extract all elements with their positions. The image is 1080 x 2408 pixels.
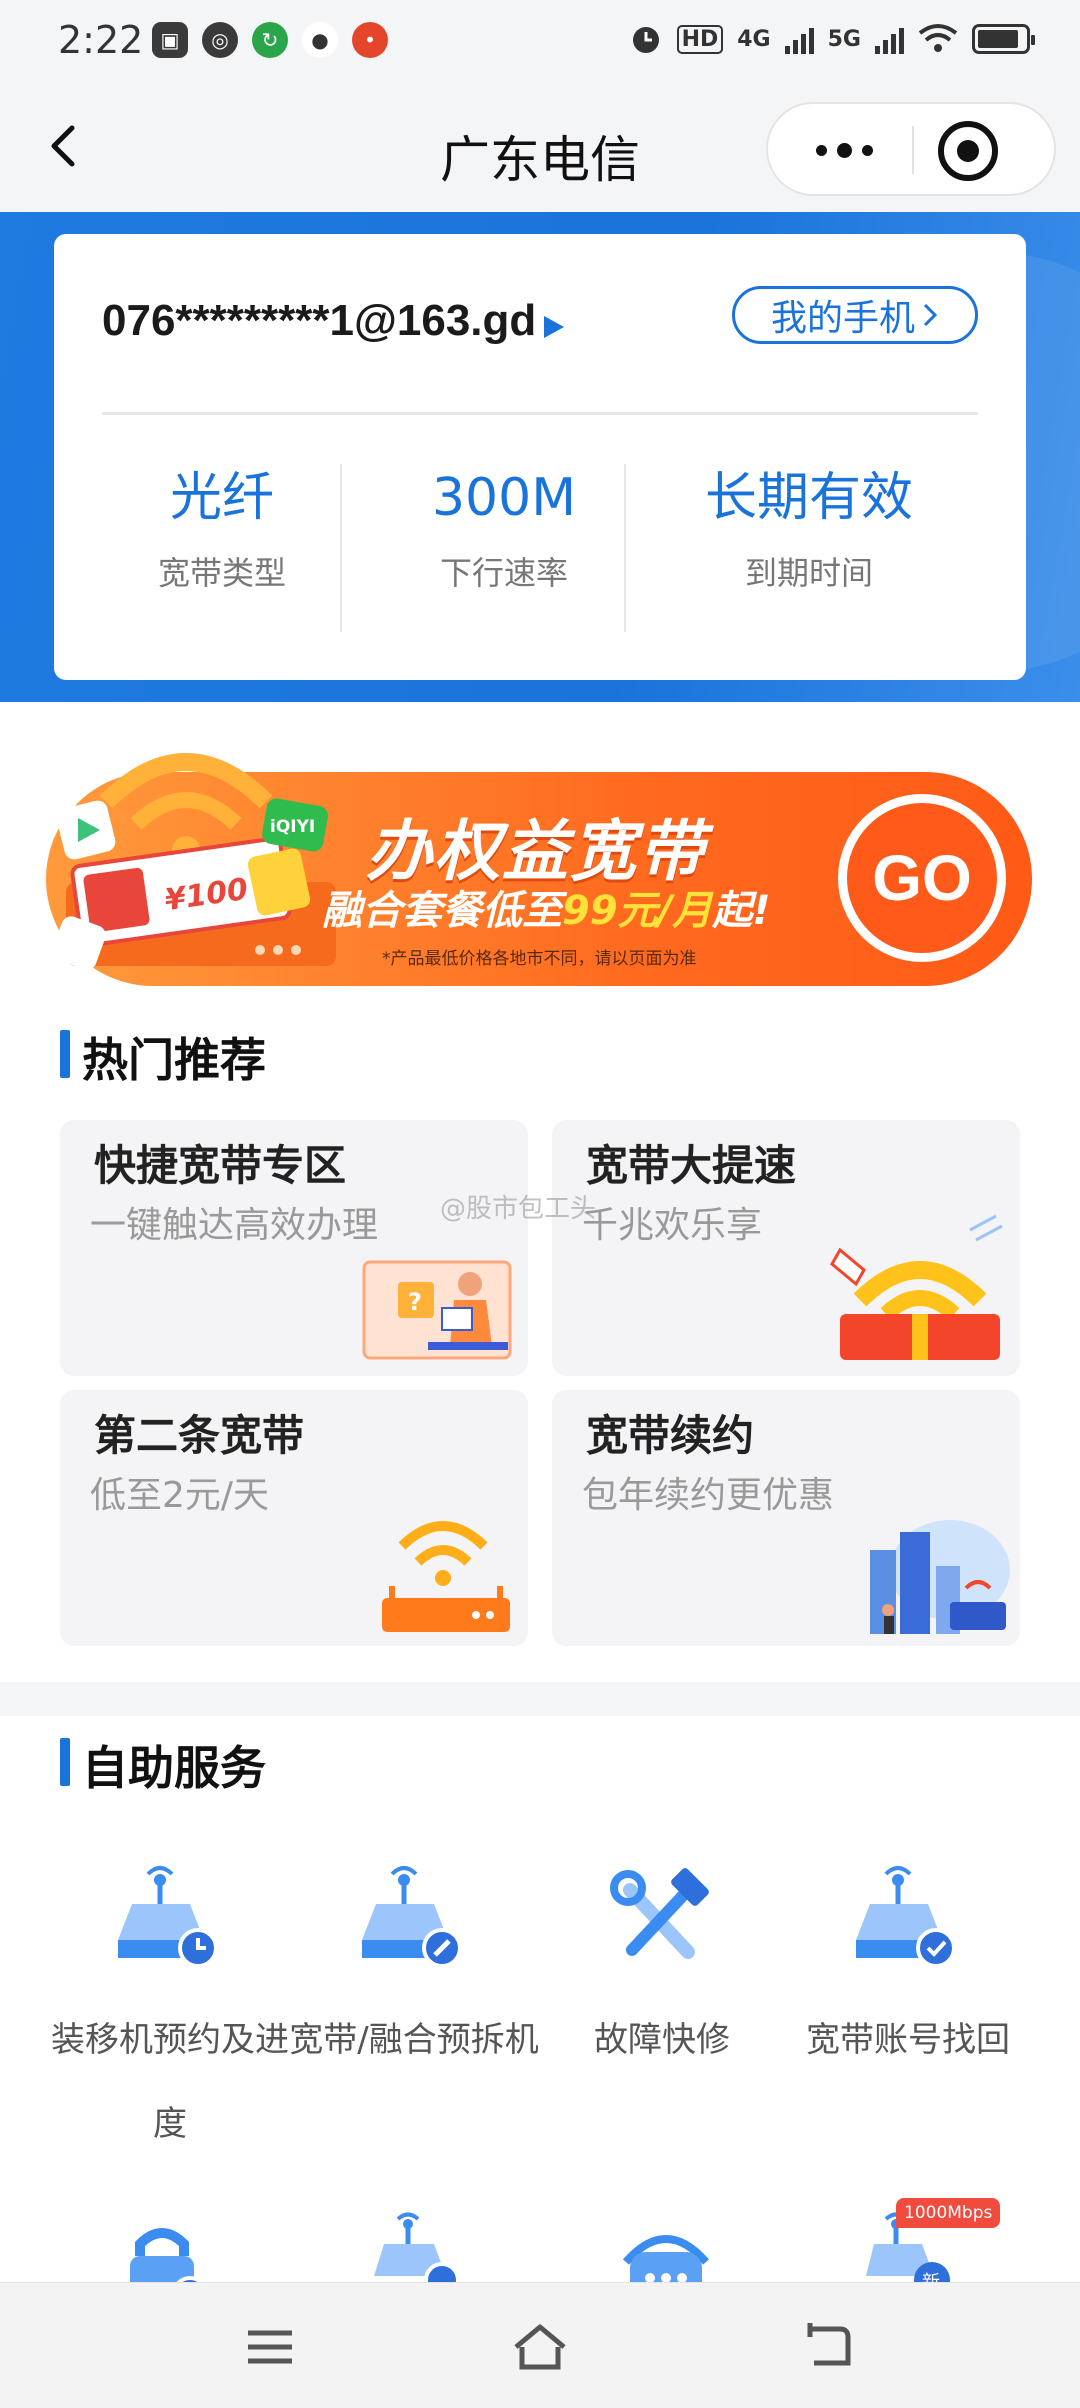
stat-broadband-type: 光纤 宽带类型 xyxy=(102,466,342,594)
tile-title: 宽带续约 xyxy=(586,1411,755,1460)
service-label: 宽带账号找回 xyxy=(806,2020,1010,2060)
my-phone-label: 我的手机 xyxy=(770,298,915,339)
alarm-icon xyxy=(632,27,659,53)
lock-refresh-icon[interactable] xyxy=(112,2216,212,2282)
wechat-icon: ● xyxy=(302,22,338,58)
hot-section-title: 热门推荐 xyxy=(60,1024,266,1090)
wrench-hammer-icon xyxy=(610,1868,709,1959)
account-card: 076*********1@163.gd 我的手机 光纤 宽带类型 300M 下… xyxy=(54,234,1026,680)
more-button[interactable] xyxy=(794,118,894,182)
router-icon xyxy=(382,1521,510,1632)
tile-title: 快捷宽带专区 xyxy=(94,1141,347,1190)
chevron-right-icon xyxy=(923,303,938,327)
service-label: 装移机预约及进度 xyxy=(51,2020,289,2144)
tile-renewal[interactable]: 宽带续约 包年续约更优惠 xyxy=(552,1390,1020,1646)
reading-person-illustration: ? xyxy=(362,1260,512,1360)
service-repair[interactable]: 故障快修 xyxy=(532,1860,792,2082)
nav-bar: 广东电信 xyxy=(0,82,1080,212)
router-tool-icon xyxy=(362,1866,462,1968)
app-notification-icon: ↻ xyxy=(252,22,288,58)
service-install-move[interactable]: 装移机预约及进度 xyxy=(40,1860,300,2166)
network-5g-label: 5G xyxy=(827,26,861,52)
back-nav-icon[interactable] xyxy=(796,2317,856,2377)
hd-indicator: HD xyxy=(676,24,724,54)
tile-subtitle: 一键触达高效办理 xyxy=(90,1205,379,1246)
divider xyxy=(340,464,342,632)
service-label: 宽带/融合预拆机 xyxy=(289,2020,539,2060)
stat-label: 下行速率 xyxy=(439,554,568,592)
home-icon[interactable] xyxy=(510,2317,570,2377)
account-switch-icon[interactable] xyxy=(544,316,564,338)
tile-fast-broadband[interactable]: 快捷宽带专区 一键触达高效办理 ? xyxy=(60,1120,528,1376)
svg-text:?: ? xyxy=(408,1288,422,1316)
close-miniprogram-button[interactable] xyxy=(938,121,998,181)
menu-icon[interactable] xyxy=(240,2317,300,2377)
stat-label: 宽带类型 xyxy=(157,554,286,592)
speed-badge: 1000Mbps xyxy=(896,2198,1001,2228)
tile-second-broadband[interactable]: 第二条宽带 低至2元/天 xyxy=(60,1390,528,1646)
system-navigation-bar xyxy=(0,2282,1080,2408)
status-time: 2:22 xyxy=(58,18,144,62)
tile-subtitle: 千兆欢乐享 xyxy=(582,1205,763,1246)
wifi-icon xyxy=(918,24,958,52)
section-gap xyxy=(0,1682,1080,1716)
battery-icon xyxy=(972,24,1035,54)
customer-service-icon[interactable] xyxy=(616,2222,716,2282)
divider xyxy=(102,412,978,415)
status-bar: 2:22 ▣ ◎ ↻ ● • HD 4G 5G xyxy=(0,0,1080,82)
self-service-title: 自助服务 xyxy=(60,1732,266,1798)
service-account-recovery[interactable]: 宽带账号找回 xyxy=(778,1860,1038,2082)
router-clock-icon xyxy=(118,1866,218,1968)
stat-label: 到期时间 xyxy=(744,554,873,592)
iqiyi-logo: iQIYI xyxy=(270,817,315,837)
promo-banner[interactable]: ¥100 iQIYI 办权益宽带 融合套餐低至99元/月起! *产品最低价格各地… xyxy=(46,753,1032,986)
tile-title: 第二条宽带 xyxy=(94,1411,305,1460)
promo-subtitle-prefix: 融合套餐低至 xyxy=(322,888,562,934)
city-network-illustration xyxy=(870,1520,1010,1634)
stat-value: 长期有效 xyxy=(704,468,913,528)
promo-subtitle: 融合套餐低至99元/月起! xyxy=(322,878,771,936)
app-notification-icon: ◎ xyxy=(202,22,238,58)
go-button[interactable]: GO xyxy=(838,794,1006,962)
stat-downstream-rate: 300M 下行速率 xyxy=(384,466,624,594)
router-gift-illustration: ¥100 iQIYI xyxy=(52,753,336,970)
signal-icon xyxy=(875,24,904,54)
promo-price: 99元/月 xyxy=(562,888,713,934)
tile-subtitle: 包年续约更优惠 xyxy=(582,1475,835,1516)
system-status-icons: HD 4G 5G xyxy=(629,22,1035,56)
promo-subtitle-suffix: 起! xyxy=(712,888,771,934)
promo-disclaimer: *产品最低价格各地市不同，请以页面为准 xyxy=(382,949,697,969)
tile-subtitle: 低至2元/天 xyxy=(90,1475,270,1516)
network-4g-label: 4G xyxy=(737,26,771,52)
my-phone-button[interactable]: 我的手机 xyxy=(732,286,978,344)
router-speed-icon[interactable] xyxy=(370,2210,470,2282)
app-notification-icon: • xyxy=(352,22,388,58)
app-notification-icon: ▣ xyxy=(152,22,188,58)
tile-title: 宽带大提速 xyxy=(586,1141,797,1190)
notification-icons: ▣ ◎ ↻ ● • xyxy=(152,22,388,58)
new-tag: 新 xyxy=(922,2272,940,2282)
stat-expiry: 长期有效 到期时间 xyxy=(664,466,954,594)
capsule-divider xyxy=(912,126,914,174)
router-check-icon xyxy=(856,1866,956,1968)
signal-icon xyxy=(784,24,814,54)
divider xyxy=(624,464,626,632)
miniprogram-capsule xyxy=(766,102,1056,196)
rocket-wifi-illustration xyxy=(830,1214,1003,1360)
watermark: @股市包工头 xyxy=(440,1194,597,1224)
service-label: 故障快修 xyxy=(594,2020,730,2060)
stat-value: 300M xyxy=(431,468,577,528)
tile-speed-up[interactable]: 宽带大提速 千兆欢乐享 xyxy=(552,1120,1020,1376)
stat-value: 光纤 xyxy=(169,468,274,528)
broadband-account[interactable]: 076*********1@163.gd xyxy=(102,296,536,346)
service-pre-dismantle[interactable]: 宽带/融合预拆机 xyxy=(284,1860,544,2082)
